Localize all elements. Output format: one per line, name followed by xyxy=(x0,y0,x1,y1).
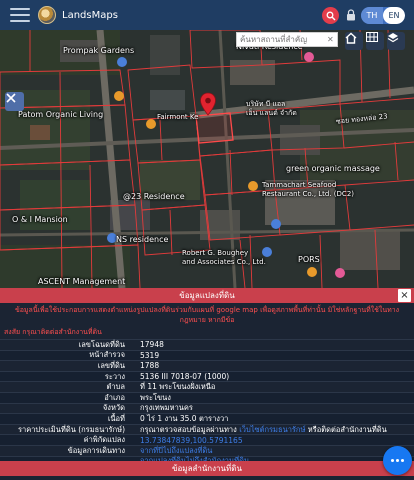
language-toggle[interactable]: TH EN xyxy=(361,7,405,24)
landsmaps-app: LandsMaps TH EN Prompak Gardens Patom Or… xyxy=(0,0,414,480)
table-row: เลขโฉนดที่ดิน 17948 xyxy=(0,339,414,350)
map-label-pors: PORS xyxy=(298,255,320,264)
row-value: 5136 III 7018-07 (1000) xyxy=(140,372,230,382)
route-to-parcel-link[interactable]: จากที่ปีไปถึงแปลงที่ดิน xyxy=(140,446,212,455)
tools-button[interactable] xyxy=(5,92,24,111)
panel-header: ข้อมูลแปลงที่ดิน × xyxy=(0,288,414,303)
map-label-robert: Robert G. Boughey and Associates Co., Lt… xyxy=(182,249,266,266)
disclaimer-text: ข้อมูลนี้เพื่อใช้ประกอบการแสดงตำแหน่งรูป… xyxy=(14,306,400,324)
more-dots-icon xyxy=(391,459,394,462)
selected-parcel-pin-icon[interactable] xyxy=(199,92,217,116)
table-row: เลขที่ดิน 1788 xyxy=(0,360,414,371)
row-value: 5319 xyxy=(140,350,160,360)
top-bar: LandsMaps TH EN xyxy=(0,0,414,30)
map-label-ns: NS residence xyxy=(116,235,169,244)
poi-seafood-marker[interactable] xyxy=(248,181,258,191)
poi-pink-marker[interactable] xyxy=(335,268,345,278)
map-label-mansion: O & I Mansion xyxy=(12,215,68,224)
map-label-residence23: @23 Residence xyxy=(123,192,185,201)
home-button[interactable] xyxy=(345,32,363,50)
poi-prompak-marker[interactable] xyxy=(117,57,127,67)
table-row: เนื้อที่ 0 ไร่ 1 งาน 35.0 ตารางวา xyxy=(0,413,414,424)
table-row: ข้อมูลการเดินทาง จากที่ปีไปถึงแปลงที่ดิน xyxy=(0,444,414,456)
lang-en-option[interactable]: EN xyxy=(383,7,405,24)
row-value: กรุณาตรวจสอบข้อมูลผ่านทาง เว็บไซต์กรมธนา… xyxy=(131,424,414,436)
search-icon xyxy=(326,11,335,20)
panel-title: ข้อมูลแปลงที่ดิน xyxy=(179,291,235,300)
tools-icon xyxy=(6,93,16,103)
appraisal-suffix: หรือติดต่อสำนักงานที่ดิน xyxy=(305,424,387,434)
poi-patom-marker[interactable] xyxy=(114,91,124,101)
layers-button[interactable] xyxy=(387,32,405,50)
map-label-bounty: บริษัท บี แอล เอ็น แลนด์ จำกัด xyxy=(246,100,297,117)
grid-icon xyxy=(366,32,378,42)
treasury-website-link[interactable]: เว็บไซต์กรมธนารักษ์ xyxy=(239,425,305,434)
poi-fairmont-marker[interactable] xyxy=(146,119,156,129)
app-title: LandsMaps xyxy=(62,9,118,21)
table-row: หน้าสำรวจ 5319 xyxy=(0,349,414,361)
table-row: จังหวัด กรุงเทพมหานคร xyxy=(0,402,414,414)
home-icon xyxy=(345,32,357,44)
landmark-search-input[interactable] xyxy=(236,32,338,47)
land-office-info-bar[interactable]: ข้อมูลสำนักงานที่ดิน xyxy=(0,461,414,476)
map-label-ascent: ASCENT Management xyxy=(38,277,126,286)
row-value: 17948 xyxy=(140,340,164,350)
poi-nivati-marker[interactable] xyxy=(304,52,314,62)
row-key: ข้อมูลการเดินทาง xyxy=(67,445,125,455)
table-row: อำเภอ พระโขนง xyxy=(0,391,414,403)
map-label-prompak: Prompak Gardens xyxy=(63,46,135,55)
more-options-button[interactable] xyxy=(383,446,412,475)
table-row: ตำบล ที่ 11 พระโขนงฝั่งเหนือ xyxy=(0,381,414,392)
map-label-fairmont: Fairmont Ke xyxy=(157,113,199,121)
coordinates-link[interactable]: 13.73847839,100.5791165 xyxy=(140,436,243,445)
layers-icon xyxy=(387,33,399,43)
appraisal-prefix: กรุณาตรวจสอบข้อมูลผ่านทาง xyxy=(140,424,240,434)
search-button[interactable] xyxy=(322,7,339,24)
lang-th-option[interactable]: TH xyxy=(361,7,383,24)
table-row: ค่าพิกัดแปลง 13.73847839,100.5791165 xyxy=(0,434,414,445)
poi-orange-marker[interactable] xyxy=(307,267,317,277)
disclaimer-text-2: สงสัย กรุณาติดต่อสำนักงานที่ดิน xyxy=(4,328,102,336)
table-row: ระวาง 5136 III 7018-07 (1000) xyxy=(0,370,414,382)
clear-search-icon[interactable]: ✕ xyxy=(327,35,334,44)
row-value: 13.73847839,100.5791165 xyxy=(131,436,414,445)
map-view[interactable]: Prompak Gardens Nivati Residence Patom O… xyxy=(0,30,414,288)
map-label-patom: Patom Organic Living xyxy=(18,110,104,119)
parcel-info-table: เลขโฉนดที่ดิน 17948 หน้าสำรวจ 5319 เลขที่ด… xyxy=(0,339,414,467)
grid-view-button[interactable] xyxy=(366,32,384,50)
map-label-seafood: Tammachart Seafood Restaurant Co., Ltd. … xyxy=(262,181,355,198)
map-label-organic: green organic massage xyxy=(286,164,380,173)
poi-robert-marker[interactable] xyxy=(271,219,281,229)
parcel-info-panel: ข้อมูลแปลงที่ดิน × ข้อมูลนี้เพื่อใช้ประก… xyxy=(0,288,414,480)
close-panel-button[interactable]: × xyxy=(398,289,411,302)
hamburger-menu-icon[interactable] xyxy=(10,8,30,22)
table-row: ราคาประเมินที่ดิน (กรมธนารักษ์) กรุณาตรว… xyxy=(0,423,414,436)
lock-icon[interactable] xyxy=(346,9,356,21)
row-value: 1788 xyxy=(140,361,160,371)
app-logo xyxy=(38,6,56,24)
